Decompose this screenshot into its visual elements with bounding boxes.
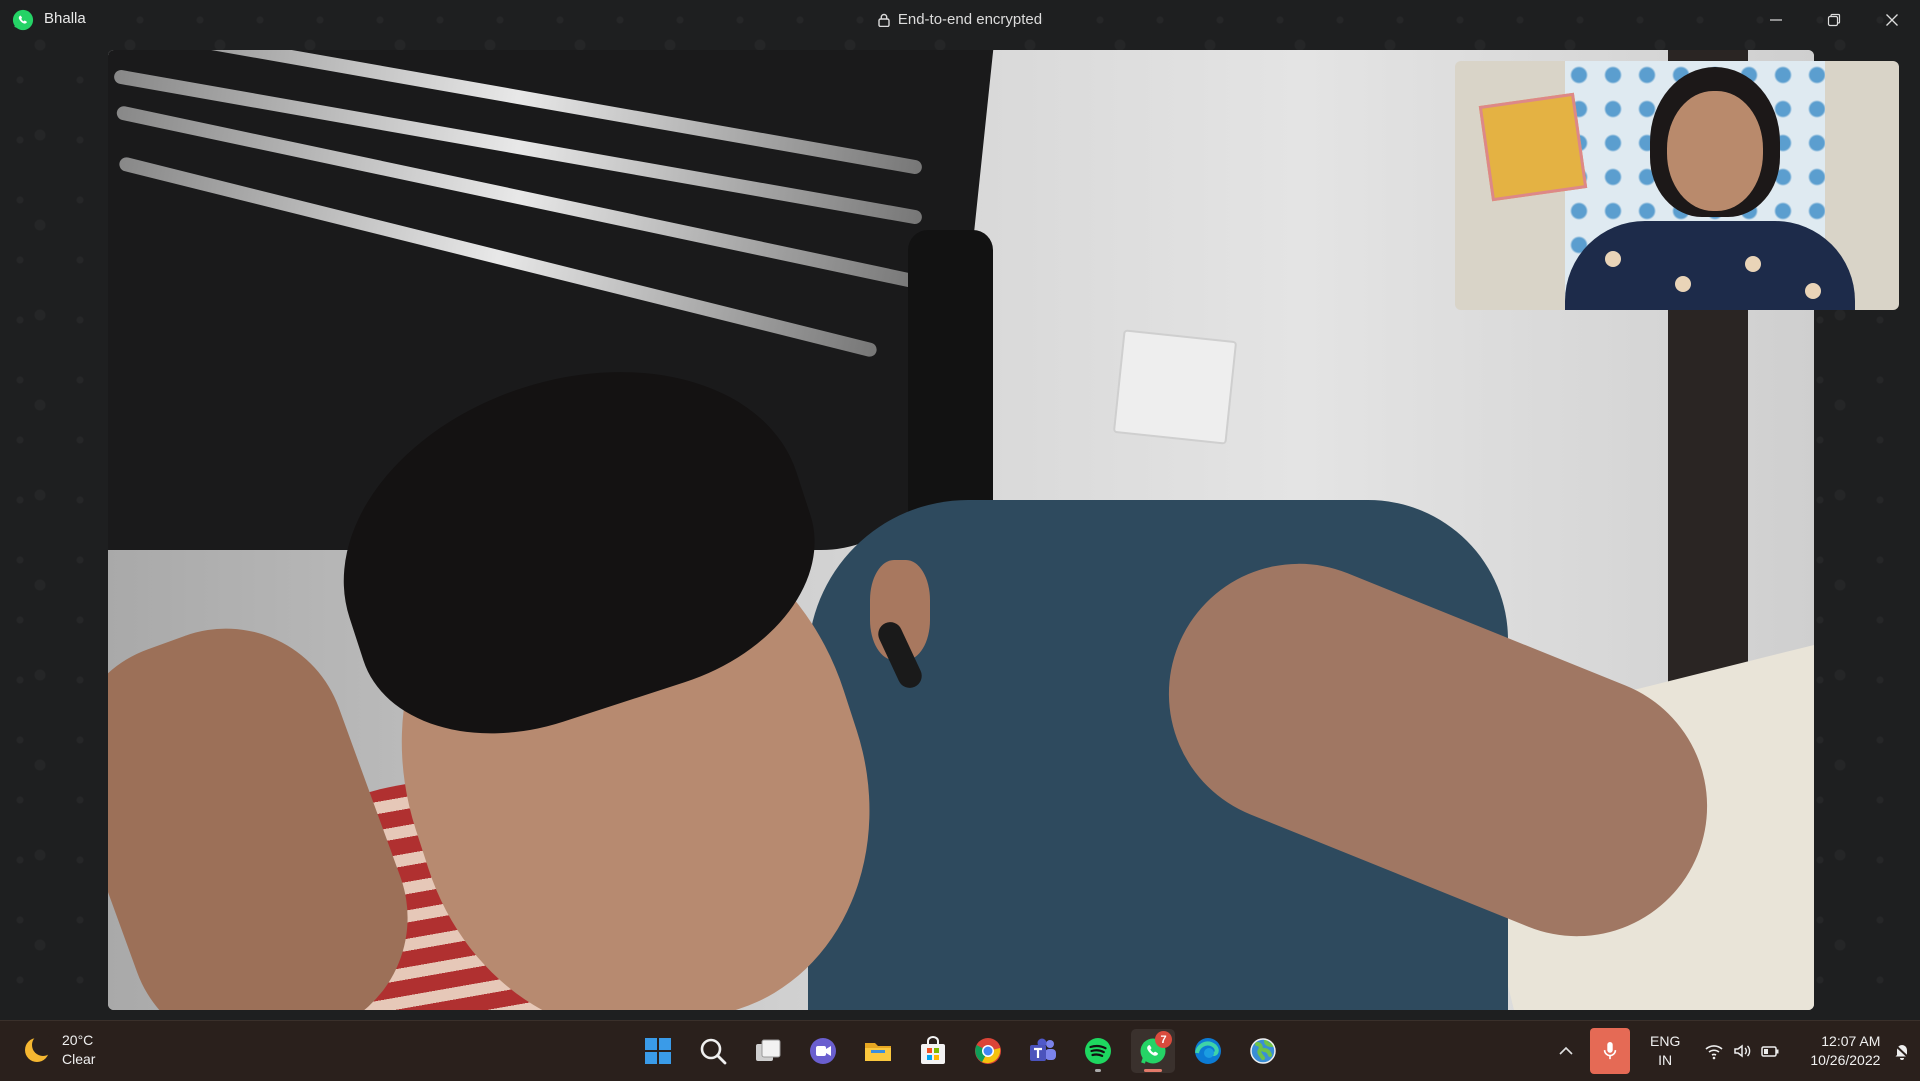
- chevron-up-icon: [1559, 1046, 1573, 1055]
- title-bar: Bhalla End-to-end encrypted: [0, 0, 1920, 40]
- file-explorer-button[interactable]: [856, 1029, 900, 1073]
- video-detail: [1605, 251, 1621, 267]
- notification-bell-icon: [1894, 1044, 1911, 1060]
- restore-icon: [1827, 13, 1841, 27]
- microphone-in-use-button[interactable]: [1590, 1028, 1630, 1074]
- weather-temp: 20°C: [62, 1032, 94, 1048]
- globe-app-icon: [1250, 1038, 1276, 1064]
- clock-time: 12:07 AM: [1821, 1033, 1881, 1049]
- taskbar: 20°C Clear 7 ENG IN 12:07 AM 10/26/2022: [0, 1020, 1920, 1081]
- moon-icon: [25, 1035, 52, 1062]
- start-icon: [645, 1038, 671, 1064]
- edge-icon: [1195, 1038, 1221, 1064]
- encryption-notice: End-to-end encrypted: [0, 11, 1920, 28]
- teams-button[interactable]: [1021, 1029, 1065, 1073]
- weather-widget[interactable]: 20°C Clear: [22, 1031, 95, 1069]
- weather-condition: Clear: [62, 1051, 96, 1067]
- teams-icon: [1030, 1038, 1056, 1061]
- battery-icon: [1761, 1046, 1779, 1057]
- search-icon: [700, 1038, 727, 1065]
- restore-button[interactable]: [1806, 0, 1862, 40]
- language-region: IN: [1658, 1052, 1673, 1068]
- globe-app-button[interactable]: [1241, 1029, 1285, 1073]
- minimize-button[interactable]: [1748, 0, 1804, 40]
- edge-button[interactable]: [1186, 1029, 1230, 1073]
- quick-settings-button[interactable]: [1704, 1041, 1780, 1061]
- whatsapp-button[interactable]: 7: [1131, 1029, 1175, 1073]
- lock-icon: [878, 13, 890, 27]
- task-view-icon: [756, 1039, 781, 1061]
- language-code: ENG: [1650, 1033, 1681, 1049]
- video-detail: [1667, 91, 1763, 211]
- microphone-icon: [1603, 1042, 1617, 1060]
- clock-date: 10/26/2022: [1810, 1052, 1881, 1068]
- spotify-button[interactable]: [1076, 1029, 1120, 1073]
- video-detail: [1675, 276, 1691, 292]
- wifi-icon: [1705, 1045, 1723, 1060]
- search-button[interactable]: [691, 1029, 735, 1073]
- video-detail: [1112, 329, 1238, 445]
- notifications-button[interactable]: [1892, 1041, 1912, 1061]
- close-icon: [1886, 14, 1898, 26]
- task-view-button[interactable]: [746, 1029, 790, 1073]
- store-button[interactable]: [911, 1029, 955, 1073]
- microsoft-store-icon: [921, 1036, 945, 1064]
- chrome-icon: [975, 1038, 1001, 1064]
- video-detail: [1478, 92, 1588, 202]
- unread-badge: 7: [1155, 1031, 1172, 1048]
- minimize-icon: [1770, 19, 1782, 21]
- active-indicator: [1144, 1069, 1162, 1072]
- video-detail: [1745, 256, 1761, 272]
- close-button[interactable]: [1864, 0, 1920, 40]
- chrome-button[interactable]: [966, 1029, 1010, 1073]
- encryption-text: End-to-end encrypted: [897, 11, 1043, 28]
- self-preview-video[interactable]: [1455, 61, 1899, 310]
- taskbar-apps: 7: [636, 1029, 1285, 1073]
- spotify-icon: [1085, 1038, 1111, 1064]
- volume-icon: [1734, 1044, 1751, 1058]
- video-detail: [1805, 283, 1821, 299]
- start-button[interactable]: [636, 1029, 680, 1073]
- chat-button[interactable]: [801, 1029, 845, 1073]
- running-indicator: [1095, 1069, 1101, 1072]
- teams-chat-icon: [810, 1038, 836, 1064]
- file-explorer-icon: [865, 1043, 891, 1061]
- system-tray: ENG IN 12:07 AM 10/26/2022: [1556, 1021, 1912, 1081]
- show-hidden-icons-button[interactable]: [1556, 1041, 1576, 1061]
- input-language-button[interactable]: ENG IN: [1650, 1032, 1680, 1070]
- clock-button[interactable]: 12:07 AM 10/26/2022: [1810, 1032, 1880, 1070]
